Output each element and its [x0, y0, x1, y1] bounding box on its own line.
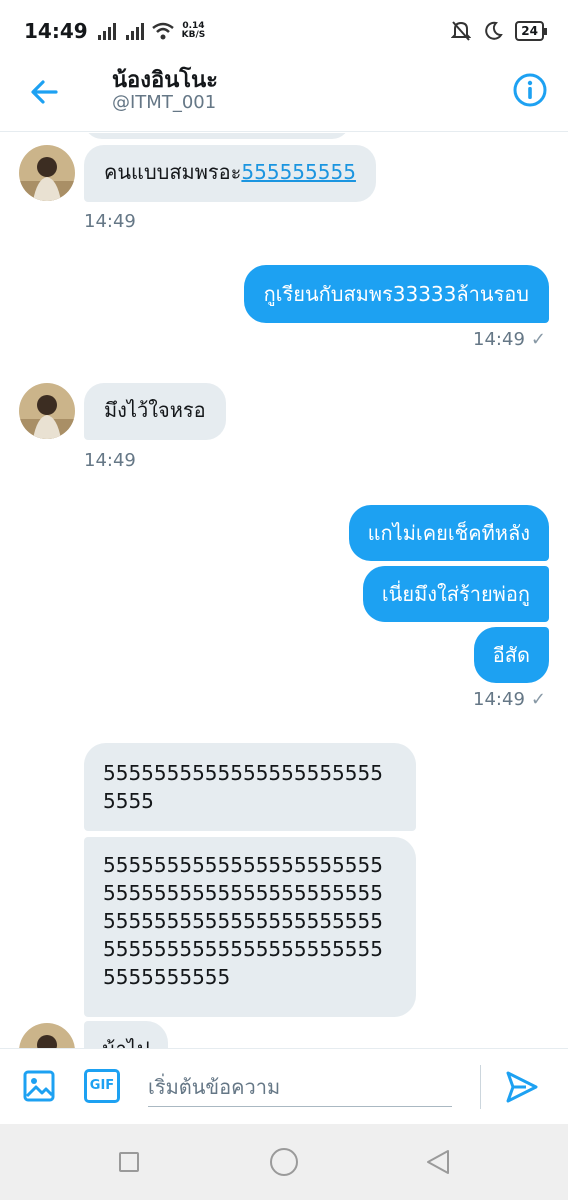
moon-icon — [485, 21, 504, 40]
outgoing-message[interactable]: เนี่ยมึงใส่ร้ายพ่อกู — [362, 566, 549, 622]
battery-indicator: 24 — [515, 21, 547, 41]
system-navigation-bar — [0, 1124, 568, 1200]
gif-button[interactable]: GIF — [84, 1069, 120, 1103]
incoming-message[interactable]: 5555555555555555555555 5555 — [84, 743, 416, 831]
avatar[interactable] — [19, 1023, 75, 1048]
avatar[interactable] — [19, 145, 75, 201]
message-timestamp: 14:49 — [84, 450, 136, 471]
outgoing-message[interactable]: อีสัด — [473, 627, 549, 683]
avatar[interactable] — [19, 383, 75, 439]
system-back-icon[interactable] — [424, 1148, 452, 1176]
message-thread[interactable]: คนแบบสมพรอะ555555555 14:49 กูเรียนกับสมพ… — [0, 133, 568, 1048]
message-timestamp: 14:49 ✓ — [473, 329, 546, 350]
status-bar: 14:49 0.14 KB/S 24 — [0, 0, 568, 62]
conversation-header: น้องอินโนะ @ITMT_001 — [0, 62, 568, 132]
message-timestamp: 14:49 — [84, 211, 136, 232]
status-time: 14:49 — [24, 19, 88, 43]
signal-2-icon — [125, 22, 144, 40]
back-arrow-icon[interactable] — [26, 74, 62, 110]
send-icon[interactable] — [504, 1069, 540, 1105]
home-icon[interactable] — [270, 1148, 298, 1176]
message-link[interactable]: 555555555 — [241, 160, 356, 184]
recents-icon[interactable] — [119, 1152, 139, 1172]
message-input[interactable] — [148, 1067, 452, 1107]
sent-check-icon: ✓ — [530, 689, 546, 710]
outgoing-message[interactable]: แกไม่เคยเช็คทีหลัง — [348, 505, 549, 561]
message-composer: GIF — [0, 1048, 568, 1124]
sent-check-icon: ✓ — [530, 329, 546, 350]
signal-icon — [97, 22, 116, 40]
composer-divider — [480, 1065, 481, 1109]
image-icon[interactable] — [22, 1069, 56, 1103]
info-icon[interactable] — [512, 72, 548, 108]
conversation-handle: @ITMT_001 — [112, 92, 217, 113]
network-speed: 0.14 KB/S — [181, 21, 206, 40]
mute-bell-icon — [451, 21, 472, 41]
wifi-icon — [151, 22, 174, 40]
outgoing-message[interactable]: กูเรียนกับสมพร33333ล้านรอบ — [243, 265, 549, 323]
message-bubble-partial[interactable] — [84, 133, 350, 139]
incoming-message[interactable]: 5555555555555555555555 55555555555555555… — [84, 837, 416, 1017]
incoming-message[interactable]: น้าไป — [84, 1021, 168, 1048]
incoming-message[interactable]: มึงไว้ใจหรอ — [84, 383, 226, 440]
message-timestamp: 14:49 ✓ — [473, 689, 546, 710]
incoming-message[interactable]: คนแบบสมพรอะ555555555 — [84, 145, 376, 202]
